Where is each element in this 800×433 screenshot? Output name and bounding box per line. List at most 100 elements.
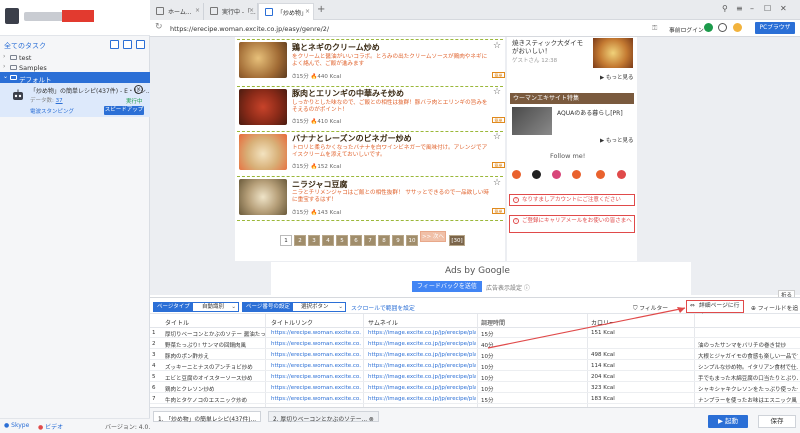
stop-task-icon[interactable]: × bbox=[134, 85, 143, 94]
more-link[interactable]: ▶ もっと見る bbox=[600, 73, 634, 81]
page-link[interactable]: 1 bbox=[280, 235, 292, 246]
skype-link[interactable]: ● Skype bbox=[4, 422, 29, 429]
pre-login-button[interactable]: 事前ログイン bbox=[669, 25, 704, 34]
all-tasks-label[interactable]: 全てのタスク bbox=[4, 41, 46, 51]
table-cell[interactable]: ズッキーニとナスのアンチョビ炒め bbox=[165, 363, 265, 371]
tab-list-page[interactable]: 1. 「炒め物」の簡単レシピ(437件)... bbox=[153, 411, 262, 423]
speed-up-button[interactable]: スピードアップ bbox=[104, 106, 144, 115]
table-cell[interactable]: 323 Kcal bbox=[591, 385, 691, 391]
star-icon[interactable]: ☆ bbox=[493, 132, 501, 142]
table-cell[interactable]: https://erecipe.woman.excite.co.jp/detai… bbox=[271, 396, 361, 402]
recipe-thumbnail[interactable] bbox=[239, 134, 287, 170]
ad-feedback-button[interactable]: フィードバックを送信 bbox=[412, 281, 482, 292]
video-link[interactable]: ● ビデオ bbox=[38, 422, 63, 431]
page-link[interactable]: 4 bbox=[322, 235, 334, 246]
instagram-icon[interactable] bbox=[552, 170, 561, 179]
pin-icon[interactable]: ⚲ bbox=[722, 4, 728, 13]
table-cell[interactable]: 牛肉とタケノコのエスニック炒め bbox=[165, 396, 265, 404]
table-cell[interactable]: https://erecipe.woman.excite.co.jp/detai… bbox=[271, 385, 361, 391]
table-cell[interactable]: https://image.excite.co.jp/jp/erecipe/pl… bbox=[368, 374, 476, 380]
close-icon[interactable]: × bbox=[249, 7, 254, 14]
more-link[interactable]: ▶ もっと見る bbox=[600, 136, 634, 144]
feature-text[interactable]: AQUAのある暮らし[PR] bbox=[557, 108, 623, 117]
page-link[interactable]: 8 bbox=[378, 235, 390, 246]
page-link[interactable]: 6 bbox=[350, 235, 362, 246]
start-button[interactable]: ▶ 起動 bbox=[708, 415, 748, 428]
close-icon[interactable]: × bbox=[195, 7, 200, 14]
star-icon[interactable]: ☆ bbox=[493, 178, 501, 188]
table-cell[interactable]: 114 Kcal bbox=[591, 363, 691, 369]
table-cell[interactable]: https://image.excite.co.jp/jp/erecipe/pl… bbox=[368, 385, 476, 391]
recipe-title[interactable]: 豚肉とエリンギの中華みそ炒め bbox=[292, 88, 404, 99]
star-icon[interactable]: ☆ bbox=[493, 87, 501, 97]
new-tab-icon[interactable]: + bbox=[317, 4, 325, 15]
line-icon[interactable] bbox=[572, 170, 581, 179]
page-link[interactable]: 3 bbox=[308, 235, 320, 246]
table-cell[interactable]: ナンプラーを使ったお味はエスニック風 bbox=[698, 396, 798, 404]
pinterest-icon[interactable] bbox=[617, 170, 626, 179]
x-icon[interactable] bbox=[532, 170, 541, 179]
import-icon[interactable] bbox=[123, 40, 132, 49]
table-cell[interactable]: https://erecipe.woman.excite.co.jp/detai… bbox=[271, 374, 361, 380]
alert-impersonation[interactable]: ! なりすましアカウントにご注意ください bbox=[509, 194, 635, 206]
table-cell[interactable]: 10分 bbox=[481, 385, 581, 393]
username-redacted[interactable] bbox=[24, 12, 64, 21]
table-cell[interactable]: https://erecipe.woman.excite.co.jp/detai… bbox=[271, 363, 361, 369]
table-cell[interactable]: シャキシャキクレソンをたっぷり使った一品 bbox=[698, 385, 798, 393]
table-cell[interactable]: 手でもまった木綿豆腐の口当たりとぷりぷり bbox=[698, 374, 798, 382]
tab-running[interactable]: 実行中 -「... × bbox=[204, 3, 258, 20]
next-page-link[interactable]: >> 次へ bbox=[420, 231, 446, 242]
new-folder-icon[interactable] bbox=[136, 40, 145, 49]
star-icon[interactable]: ☆ bbox=[493, 41, 501, 51]
minimize-icon[interactable]: – bbox=[750, 4, 754, 13]
new-task-icon[interactable] bbox=[110, 40, 119, 49]
recipe-title[interactable]: 鶏とネギのクリーム炒め bbox=[292, 42, 380, 53]
tab-home[interactable]: ホーム... × bbox=[150, 3, 204, 20]
url-field[interactable]: https://erecipe.woman.excite.co.jp/easy/… bbox=[170, 25, 329, 33]
close-icon[interactable]: ⊗ bbox=[369, 417, 374, 423]
settings-icon[interactable] bbox=[718, 23, 727, 32]
login-icon[interactable]: ⚿ bbox=[652, 24, 657, 33]
table-cell[interactable]: 鶏肉とクレソン炒め bbox=[165, 385, 265, 393]
table-cell[interactable]: シンプルな炒め物。イタリアン食材で仕上げ bbox=[698, 363, 798, 371]
page-link[interactable]: 9 bbox=[392, 235, 404, 246]
ad-settings-link[interactable]: 広告表示設定 ⓘ bbox=[486, 283, 530, 292]
recipe-thumbnail[interactable] bbox=[239, 179, 287, 215]
extension-icon[interactable] bbox=[704, 23, 713, 32]
recipe-thumbnail[interactable] bbox=[239, 89, 287, 125]
save-button[interactable]: 保存 bbox=[758, 415, 796, 428]
menu-icon[interactable]: ≡ bbox=[736, 4, 743, 13]
table-cell[interactable]: https://image.excite.co.jp/jp/erecipe/pl… bbox=[368, 396, 476, 402]
feature-thumbnail[interactable] bbox=[512, 107, 552, 135]
data-count-value[interactable]: 37 bbox=[56, 98, 63, 104]
table-cell[interactable]: https://image.excite.co.jp/jp/erecipe/pl… bbox=[368, 363, 476, 369]
featured-thumbnail[interactable] bbox=[593, 38, 633, 68]
table-cell[interactable]: 183 Kcal bbox=[591, 396, 691, 402]
page-link[interactable]: 7 bbox=[364, 235, 376, 246]
refresh-icon[interactable]: ↻ bbox=[155, 22, 163, 32]
table-cell[interactable]: エビと豆腐のオイスターソース炒め bbox=[165, 374, 265, 382]
close-window-icon[interactable]: ✕ bbox=[780, 4, 787, 13]
tab-detail-page[interactable]: 2. 厚切りベーコンとかぶのソテー... ⊗ bbox=[268, 411, 379, 423]
table-cell[interactable]: 204 Kcal bbox=[591, 374, 691, 380]
table-cell[interactable]: 10分 bbox=[481, 363, 581, 371]
table-cell[interactable]: 10分 bbox=[481, 374, 581, 382]
page-link[interactable]: 5 bbox=[336, 235, 348, 246]
tab-stirfry[interactable]: 「炒め物」 × bbox=[258, 3, 314, 20]
maximize-icon[interactable]: ☐ bbox=[764, 4, 771, 13]
page-link[interactable]: 10 bbox=[406, 235, 418, 246]
cookie-icon[interactable] bbox=[733, 23, 742, 32]
youtube-icon[interactable] bbox=[596, 170, 605, 179]
close-icon[interactable]: × bbox=[305, 8, 310, 15]
recipe-thumbnail[interactable] bbox=[239, 42, 287, 78]
featured-text[interactable]: 焼きスティック大ダイモ がおいしい！ bbox=[512, 39, 590, 55]
table-cell[interactable]: 15分 bbox=[481, 396, 581, 404]
page-link[interactable]: 2 bbox=[294, 235, 306, 246]
pc-browser-button[interactable]: PCブラウザ bbox=[755, 22, 795, 34]
last-page-link[interactable]: [30] bbox=[449, 235, 465, 246]
facebook-icon[interactable] bbox=[512, 170, 521, 179]
recipe-title[interactable]: ニラジャコ豆腐 bbox=[292, 179, 347, 190]
tree-item-default[interactable]: ⌄ デフォルト bbox=[0, 72, 150, 84]
recipe-title[interactable]: バナナとレーズンのビネガー炒め bbox=[292, 133, 412, 144]
alert-carrier-mail[interactable]: ! ご登録にキャリアメールをお使いの皆さまへ bbox=[509, 215, 635, 233]
